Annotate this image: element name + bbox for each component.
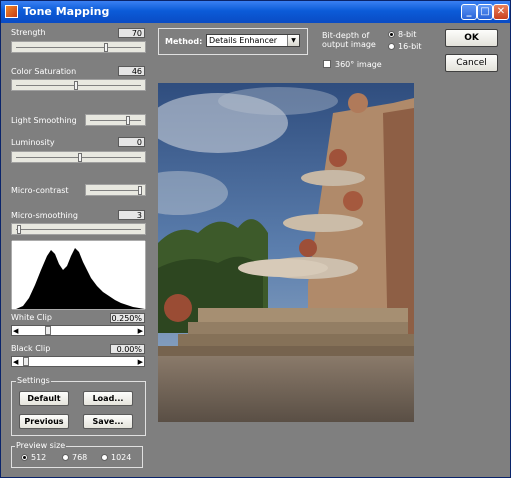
strength-value[interactable]: 70 — [118, 28, 145, 38]
app-icon — [5, 5, 18, 18]
option-360-label: 360° image — [335, 60, 382, 69]
bit-16-label: 16-bit — [398, 42, 422, 51]
method-select[interactable]: Details Enhancer ▼ — [206, 34, 300, 47]
method-selected-value: Details Enhancer — [209, 36, 278, 45]
scroll-left-icon[interactable]: ◀ — [13, 358, 18, 366]
strength-thumb[interactable] — [104, 43, 108, 52]
light-smoothing-label: Light Smoothing — [11, 116, 77, 125]
luminosity-label: Luminosity — [11, 138, 55, 147]
strength-label: Strength — [11, 28, 46, 37]
strength-slider[interactable] — [11, 41, 146, 53]
micro-contrast-label: Micro-contrast — [11, 186, 69, 195]
preview-512-radio[interactable] — [21, 454, 28, 461]
title-bar[interactable]: Tone Mapping _ □ ✕ — [1, 1, 510, 23]
color-saturation-value[interactable]: 46 — [118, 66, 145, 76]
micro-smoothing-label: Micro-smoothing — [11, 211, 78, 220]
preview-image[interactable] — [158, 83, 414, 422]
micro-smoothing-slider[interactable] — [11, 223, 146, 235]
preview-photo-art — [158, 83, 414, 422]
default-button[interactable]: Default — [19, 391, 69, 406]
method-label: Method: — [165, 37, 203, 46]
scroll-right-icon[interactable]: ▶ — [138, 358, 143, 366]
previous-button[interactable]: Previous — [19, 414, 69, 429]
option-360-checkbox[interactable] — [323, 60, 331, 68]
white-clip-thumb[interactable] — [45, 326, 51, 335]
preview-1024-radio[interactable] — [101, 454, 108, 461]
light-smoothing-thumb[interactable] — [126, 116, 130, 125]
white-clip-scrollbar[interactable]: ◀ ▶ — [11, 325, 145, 336]
scroll-left-icon[interactable]: ◀ — [13, 327, 18, 335]
white-clip-label: White Clip — [11, 313, 52, 322]
bit-16-radio[interactable] — [388, 43, 395, 50]
preview-size-group: Preview size 512 768 1024 — [11, 441, 143, 468]
luminosity-thumb[interactable] — [78, 153, 82, 162]
window-title: Tone Mapping — [23, 5, 110, 18]
histogram — [11, 240, 146, 310]
black-clip-scrollbar[interactable]: ◀ ▶ — [11, 356, 145, 367]
scroll-right-icon[interactable]: ▶ — [138, 327, 143, 335]
black-clip-value[interactable]: 0.00% — [110, 344, 145, 354]
color-saturation-slider[interactable] — [11, 79, 146, 91]
micro-smoothing-thumb[interactable] — [17, 225, 21, 234]
dropdown-arrow-icon[interactable]: ▼ — [287, 35, 299, 46]
bit-8-label: 8-bit — [398, 30, 417, 39]
color-saturation-thumb[interactable] — [74, 81, 78, 90]
bit-8-radio[interactable] — [388, 31, 395, 38]
maximize-icon[interactable]: □ — [477, 4, 493, 20]
ok-button[interactable]: OK — [445, 29, 498, 47]
load-button[interactable]: Load... — [83, 391, 133, 406]
settings-group-label: Settings — [16, 376, 51, 385]
luminosity-slider[interactable] — [11, 151, 146, 163]
black-clip-thumb[interactable] — [23, 357, 29, 366]
black-clip-label: Black Clip — [11, 344, 51, 353]
luminosity-value[interactable]: 0 — [118, 137, 145, 147]
micro-contrast-thumb[interactable] — [138, 186, 142, 195]
micro-smoothing-value[interactable]: 3 — [118, 210, 145, 220]
white-clip-value[interactable]: 0.250% — [110, 313, 145, 323]
settings-group: Settings Default Load... Previous Save..… — [11, 376, 146, 436]
preview-768-label: 768 — [72, 453, 88, 462]
light-smoothing-slider[interactable] — [85, 114, 146, 126]
close-icon[interactable]: ✕ — [493, 4, 509, 20]
minimize-icon[interactable]: _ — [461, 4, 477, 20]
bit-depth-label-line1: Bit-depth of — [322, 31, 370, 40]
method-group: Method: Details Enhancer ▼ — [158, 28, 308, 55]
save-button[interactable]: Save... — [83, 414, 133, 429]
preview-1024-label: 1024 — [111, 453, 132, 462]
tone-mapping-window: Tone Mapping _ □ ✕ Strength 70 Color Sat… — [0, 0, 511, 478]
preview-size-group-label: Preview size — [15, 441, 67, 450]
preview-512-label: 512 — [31, 453, 47, 462]
bit-depth-label-line2: output image — [322, 40, 376, 49]
cancel-button[interactable]: Cancel — [445, 54, 498, 72]
color-saturation-label: Color Saturation — [11, 67, 77, 76]
preview-768-radio[interactable] — [62, 454, 69, 461]
micro-contrast-slider[interactable] — [85, 184, 146, 196]
